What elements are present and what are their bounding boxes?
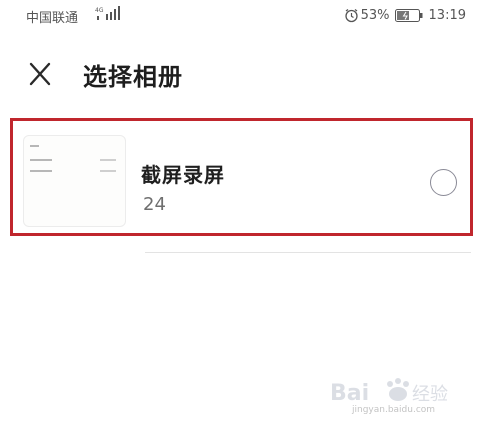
status-right-group: 53% 13:19 [344,7,466,23]
alarm-icon [344,8,358,22]
watermark-url: jingyan.baidu.com [352,405,436,415]
divider [145,252,471,253]
signal-icon: 4G [95,6,120,20]
battery-icon [394,8,423,22]
status-bar: 中国联通 4G 53% 13:19 [0,0,478,32]
page-title: 选择相册 [83,63,183,91]
clock-time: 13:19 [428,7,466,23]
album-row-screenshots[interactable]: 截屏录屏 24 [10,118,473,236]
album-thumbnail [23,135,126,227]
album-name: 截屏录屏 [141,163,225,187]
close-icon [29,62,51,86]
carrier-name: 中国联通 [26,11,79,26]
network-type: 4G [95,7,104,14]
album-count: 24 [143,194,166,215]
album-select-radio[interactable] [430,169,457,196]
title-bar: 选择相册 [0,48,478,100]
svg-text:经验: 经验 [412,384,448,405]
close-button[interactable] [24,58,56,90]
svg-text:Bai: Bai [330,381,369,406]
battery-percent: 53% [360,7,390,23]
